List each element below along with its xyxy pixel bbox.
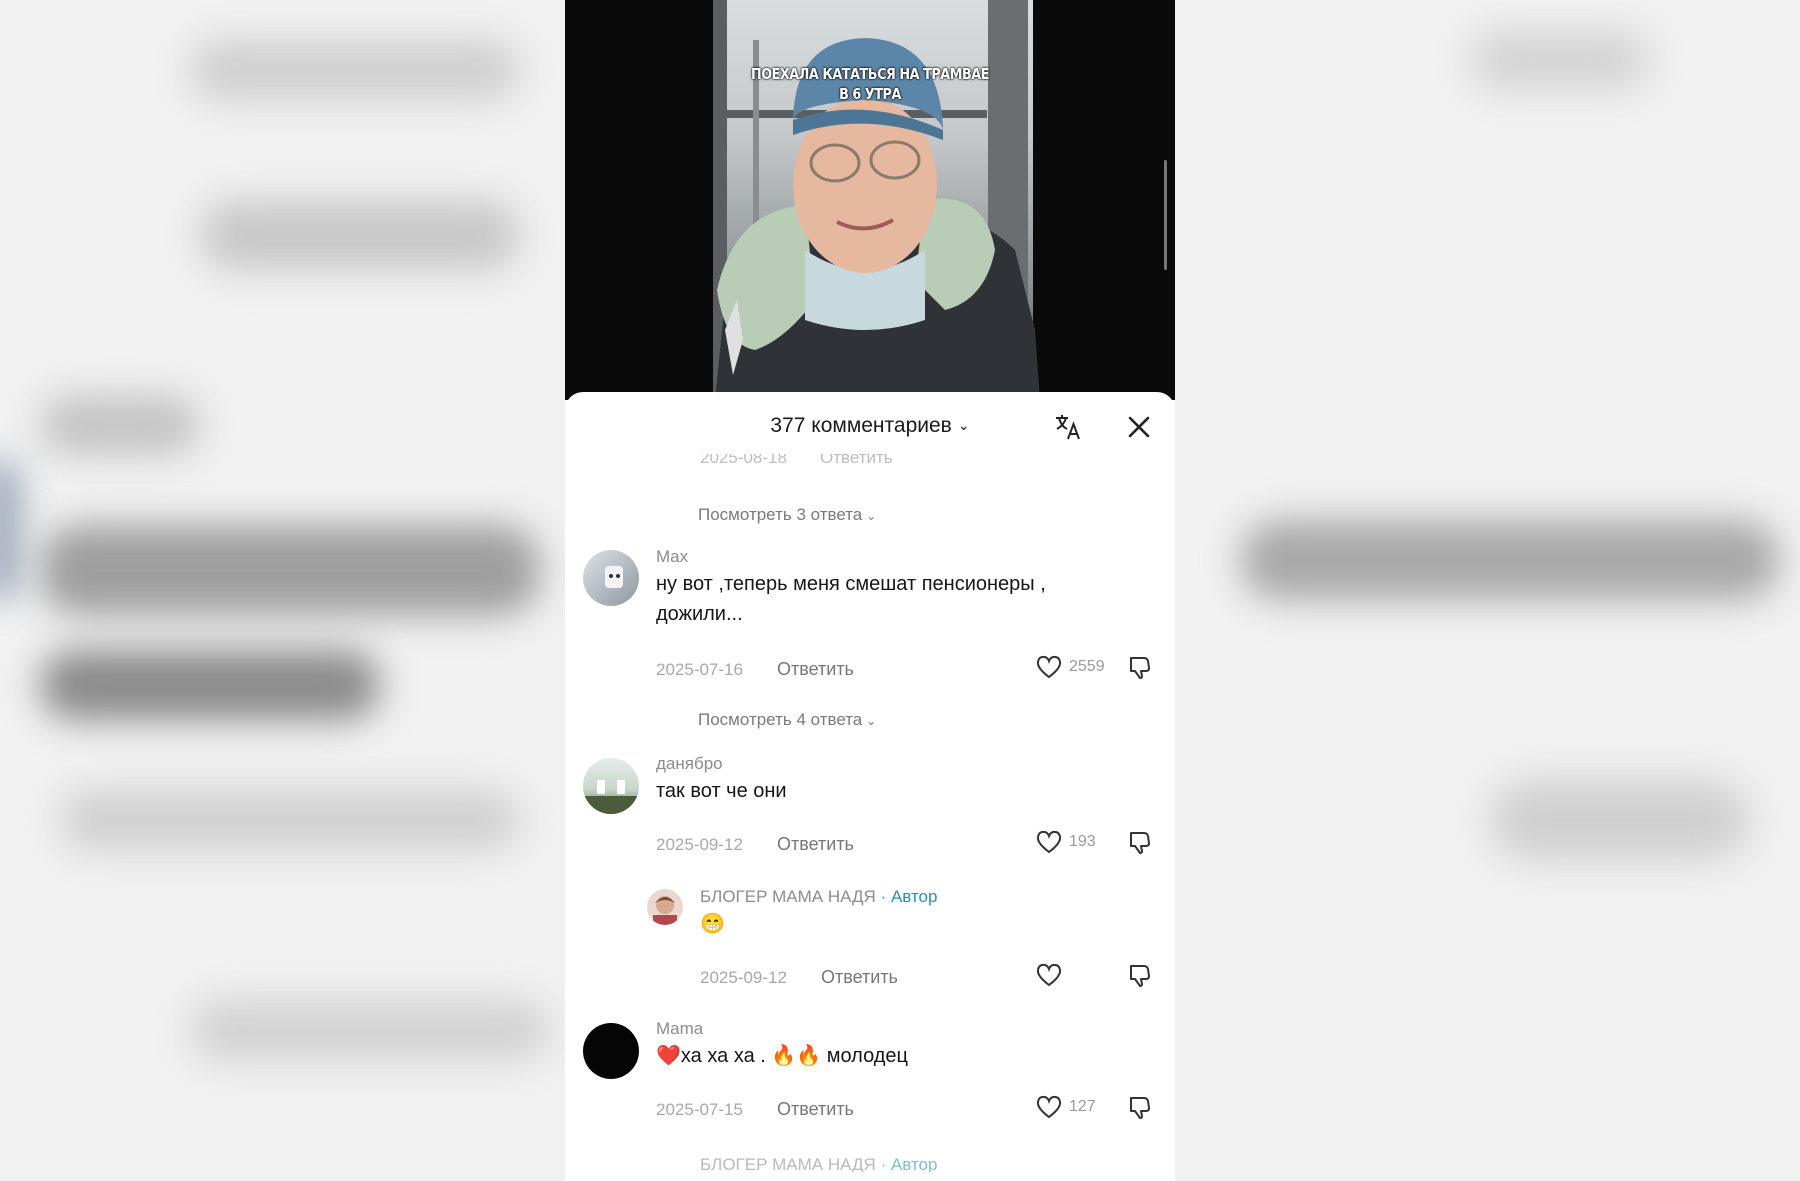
view-replies-label: Посмотреть 3 ответа bbox=[698, 505, 863, 524]
video-player[interactable]: ПОЕХАЛА КАТАТЬСЯ НА ТРАМВАЕ В 6 УТРА bbox=[565, 0, 1175, 400]
faded-comment-row: 2025-08-18 Ответить bbox=[565, 454, 1175, 472]
comment-item: Mama ❤️ха ха ха . 🔥🔥 молодец bbox=[565, 1019, 1175, 1089]
comment-count-label: 377 комментариев bbox=[770, 414, 952, 437]
translate-icon[interactable] bbox=[1053, 412, 1083, 442]
reply-author[interactable]: БЛОГЕР МАМА НАДЯ · Автор bbox=[700, 887, 937, 907]
like-button[interactable]: 127 bbox=[1035, 1094, 1135, 1120]
reply-item: БЛОГЕР МАМА НАДЯ · Автор 😁 bbox=[565, 887, 1175, 947]
avatar[interactable] bbox=[583, 550, 639, 606]
comment-text: ❤️ха ха ха . 🔥🔥 молодец bbox=[656, 1045, 909, 1067]
cut-off-author-name: БЛОГЕР МАМА НАДЯ bbox=[700, 1157, 876, 1172]
dislike-icon[interactable] bbox=[1127, 829, 1153, 855]
faded-reply: Ответить bbox=[820, 454, 893, 467]
cut-off-author: БЛОГЕР МАМА НАДЯ · Автор bbox=[700, 1157, 937, 1172]
author-badge: · Автор bbox=[880, 887, 938, 906]
chevron-down-icon: ⌄ bbox=[866, 714, 877, 728]
comment-author[interactable]: Max bbox=[656, 547, 688, 567]
reply-text: 😁 bbox=[700, 913, 725, 935]
dislike-icon[interactable] bbox=[1127, 962, 1153, 988]
woman-portrait bbox=[715, 38, 1040, 400]
comment-count-dropdown[interactable]: 377 комментариев ⌄ bbox=[565, 414, 1175, 438]
comments-sheet: 377 комментариев ⌄ 2025-08-18 Ответить По… bbox=[565, 392, 1175, 1181]
comment-text-line1: ну вот ,теперь меня смешат пенсионеры , bbox=[656, 573, 1046, 595]
like-count: 2559 bbox=[1069, 658, 1105, 675]
comment-date: 2025-07-16 bbox=[656, 660, 743, 679]
dislike-icon[interactable] bbox=[1127, 1094, 1153, 1120]
like-count: 193 bbox=[1069, 833, 1096, 850]
like-count: 127 bbox=[1069, 1098, 1096, 1115]
comments-header: 377 комментариев ⌄ bbox=[565, 392, 1175, 442]
reply-button[interactable]: Ответить bbox=[777, 1099, 854, 1120]
avatar[interactable] bbox=[583, 1023, 639, 1079]
video-caption-line2: В 6 УТРА bbox=[839, 85, 901, 103]
video-caption: ПОЕХАЛА КАТАТЬСЯ НА ТРАМВАЕ В 6 УТРА bbox=[611, 64, 1130, 104]
view-replies-link-1[interactable]: Посмотреть 3 ответа ⌄ bbox=[698, 505, 876, 525]
comment-date: 2025-09-12 bbox=[656, 835, 743, 854]
close-icon[interactable] bbox=[1126, 414, 1152, 440]
reply-button[interactable]: Ответить bbox=[821, 967, 898, 988]
reply-author-name: БЛОГЕР МАМА НАДЯ bbox=[700, 887, 876, 906]
comment-text-line2: дожили... bbox=[656, 603, 743, 625]
like-button[interactable]: 2559 bbox=[1035, 654, 1135, 680]
heart-icon bbox=[1036, 655, 1062, 679]
avatar[interactable] bbox=[647, 889, 683, 925]
comment-item: данябро так вот че они bbox=[565, 754, 1175, 834]
heart-icon bbox=[1036, 830, 1062, 854]
chevron-down-icon: ⌄ bbox=[866, 509, 877, 523]
comment-author[interactable]: данябро bbox=[656, 754, 723, 774]
reply-button[interactable]: Ответить bbox=[777, 834, 854, 855]
like-button[interactable] bbox=[1035, 962, 1065, 988]
reply-button[interactable]: Ответить bbox=[777, 659, 854, 680]
heart-icon bbox=[1036, 963, 1062, 987]
comment-text: так вот че они bbox=[656, 780, 787, 802]
faded-date: 2025-08-18 bbox=[700, 454, 787, 467]
comment-date: 2025-07-15 bbox=[656, 1100, 743, 1119]
comment-item: Max ну вот ,теперь меня смешат пенсионер… bbox=[565, 547, 1175, 667]
avatar[interactable] bbox=[583, 758, 639, 814]
comment-author[interactable]: Mama bbox=[656, 1019, 703, 1039]
reply-date: 2025-09-12 bbox=[700, 968, 787, 987]
like-button[interactable]: 193 bbox=[1035, 829, 1135, 855]
view-replies-label: Посмотреть 4 ответа bbox=[698, 710, 863, 729]
dislike-icon[interactable] bbox=[1127, 654, 1153, 680]
heart-icon bbox=[1036, 1095, 1062, 1119]
cut-off-author-badge: · Автор bbox=[880, 1157, 938, 1172]
chevron-down-icon: ⌄ bbox=[957, 417, 970, 433]
phone-screen: ПОЕХАЛА КАТАТЬСЯ НА ТРАМВАЕ В 6 УТРА 377… bbox=[565, 0, 1175, 1181]
video-scroll-indicator bbox=[1164, 160, 1167, 270]
cut-off-reply: БЛОГЕР МАМА НАДЯ · Автор bbox=[645, 1157, 975, 1172]
video-caption-line1: ПОЕХАЛА КАТАТЬСЯ НА ТРАМВАЕ bbox=[750, 65, 990, 83]
view-replies-link-2[interactable]: Посмотреть 4 ответа ⌄ bbox=[698, 710, 876, 730]
